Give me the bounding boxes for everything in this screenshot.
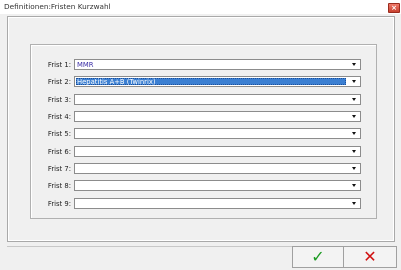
chevron-down-icon[interactable]: [350, 200, 359, 207]
ok-button[interactable]: ✓: [292, 246, 344, 268]
frist-row: Frist 5:: [0, 128, 401, 140]
frist-label: Frist 3:: [47, 96, 71, 104]
chevron-down-icon[interactable]: [350, 165, 359, 172]
frist-row: Frist 4:: [0, 111, 401, 123]
x-icon: ✕: [363, 247, 377, 266]
frist-label: Frist 9:: [47, 200, 71, 208]
chevron-down-icon[interactable]: [350, 61, 359, 68]
chevron-down-icon[interactable]: [350, 113, 359, 120]
frist-row: Frist 6:: [0, 146, 401, 158]
frist-dropdown[interactable]: [74, 128, 361, 139]
frist-row: Frist 2: Hepatitis A+B (Twinrix): [0, 76, 401, 88]
chevron-down-icon[interactable]: [350, 182, 359, 189]
frist-label: Frist 4:: [47, 113, 71, 121]
chevron-down-icon[interactable]: [350, 148, 359, 155]
frist-label: Frist 6:: [47, 148, 71, 156]
frist-dropdown[interactable]: [74, 163, 361, 174]
frist-dropdown[interactable]: [74, 146, 361, 157]
frist-dropdown[interactable]: [74, 111, 361, 122]
checkmark-icon: ✓: [311, 247, 325, 266]
frist-value: MMR: [77, 61, 94, 69]
frist-row: Frist 8:: [0, 180, 401, 192]
frist-label: Frist 7:: [47, 165, 71, 173]
frist-row: Frist 1: MMR: [0, 59, 401, 71]
title-bar: Definitionen:Fristen Kurzwahl ×: [0, 0, 401, 15]
frist-dropdown[interactable]: MMR: [74, 59, 361, 70]
frist-label: Frist 2:: [47, 78, 71, 86]
frist-row: Frist 3:: [0, 94, 401, 106]
frist-label: Frist 1:: [47, 61, 71, 69]
frist-value: Hepatitis A+B (Twinrix): [77, 78, 156, 86]
button-bar: ✓ ✕: [0, 242, 401, 270]
chevron-down-icon[interactable]: [350, 96, 359, 103]
cancel-button[interactable]: ✕: [343, 246, 397, 268]
frist-dropdown[interactable]: Hepatitis A+B (Twinrix): [74, 76, 361, 87]
frist-row: Frist 9:: [0, 198, 401, 210]
chevron-down-icon[interactable]: [350, 78, 359, 85]
chevron-down-icon[interactable]: [350, 130, 359, 137]
frist-dropdown[interactable]: [74, 94, 361, 105]
frist-row: Frist 7:: [0, 163, 401, 175]
window-title: Definitionen:Fristen Kurzwahl: [4, 2, 111, 11]
frist-dropdown[interactable]: [74, 198, 361, 209]
close-icon[interactable]: ×: [388, 3, 400, 13]
frist-label: Frist 5:: [47, 130, 71, 138]
frist-label: Frist 8:: [47, 182, 71, 190]
frist-dropdown[interactable]: [74, 180, 361, 191]
